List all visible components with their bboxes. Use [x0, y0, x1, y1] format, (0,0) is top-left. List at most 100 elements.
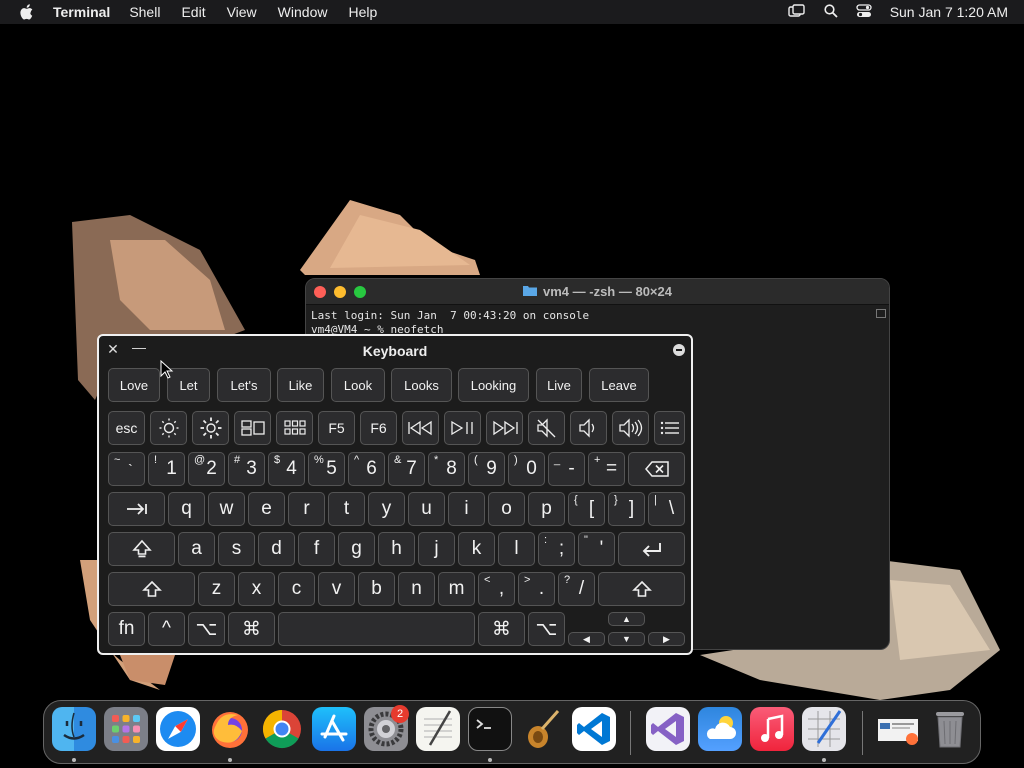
- key-shift-right[interactable]: [598, 572, 685, 606]
- key-volume-down[interactable]: [570, 411, 607, 445]
- key-u[interactable]: u: [408, 492, 445, 526]
- key-arrow-left[interactable]: ◀: [568, 632, 605, 646]
- key-j[interactable]: j: [418, 532, 455, 566]
- menu-clock[interactable]: Sun Jan 7 1:20 AM: [890, 4, 1008, 20]
- suggestion-looks[interactable]: Looks: [391, 368, 452, 402]
- menu-view[interactable]: View: [227, 4, 257, 20]
- key-k[interactable]: k: [458, 532, 495, 566]
- key-x[interactable]: x: [238, 572, 275, 606]
- key-b[interactable]: b: [358, 572, 395, 606]
- key-5[interactable]: % 5: [308, 452, 345, 486]
- key-command-left[interactable]: ⌘: [228, 612, 275, 646]
- suggestion-look[interactable]: Look: [331, 368, 385, 402]
- key-7[interactable]: & 7: [388, 452, 425, 486]
- key-4[interactable]: $4: [268, 452, 305, 486]
- visual-studio-icon[interactable]: [646, 707, 690, 751]
- firefox-icon[interactable]: [208, 707, 252, 751]
- key-z[interactable]: z: [198, 572, 235, 606]
- textedit-icon[interactable]: [416, 707, 460, 751]
- menu-window[interactable]: Window: [278, 4, 328, 20]
- suggestion-looking[interactable]: Looking: [458, 368, 529, 402]
- key-f[interactable]: f: [298, 532, 335, 566]
- chrome-icon[interactable]: [260, 707, 304, 751]
- key-brightness-down[interactable]: [150, 411, 187, 445]
- finder-icon[interactable]: [52, 707, 96, 751]
- key-caps-lock[interactable]: [108, 532, 175, 566]
- key-mission-control[interactable]: [234, 411, 271, 445]
- suggestion-live[interactable]: Live: [536, 368, 582, 402]
- suggestion-like[interactable]: Like: [277, 368, 324, 402]
- key-fast-forward[interactable]: [486, 411, 523, 445]
- key-esc[interactable]: esc: [108, 411, 145, 445]
- menu-shell[interactable]: Shell: [129, 4, 160, 20]
- key-option-left[interactable]: ⌥: [188, 612, 225, 646]
- key-i[interactable]: i: [448, 492, 485, 526]
- key-n[interactable]: n: [398, 572, 435, 606]
- key-arrow-up[interactable]: ▲: [608, 612, 645, 626]
- suggestion-leave[interactable]: Leave: [589, 368, 649, 402]
- key-quote[interactable]: " ': [578, 532, 615, 566]
- icloud-icon[interactable]: [698, 707, 742, 751]
- key-rewind[interactable]: [402, 411, 439, 445]
- menu-app-name[interactable]: Terminal: [53, 4, 110, 20]
- key-e[interactable]: e: [248, 492, 285, 526]
- launchpad-icon[interactable]: [104, 707, 148, 751]
- key-mute[interactable]: [528, 411, 565, 445]
- key-0[interactable]: ) 0: [508, 452, 545, 486]
- key-backtick[interactable]: ~ `: [108, 452, 145, 486]
- key-right-bracket[interactable]: }]: [608, 492, 645, 526]
- key-arrow-right[interactable]: ▶: [648, 632, 685, 646]
- key-t[interactable]: t: [328, 492, 365, 526]
- screen-mirroring-icon[interactable]: [787, 3, 806, 21]
- suggestion-love[interactable]: Love: [108, 368, 160, 402]
- key-3[interactable]: #3: [228, 452, 265, 486]
- key-equals[interactable]: + =: [588, 452, 625, 486]
- key-s[interactable]: s: [218, 532, 255, 566]
- key-brightness-up[interactable]: [192, 411, 229, 445]
- key-backslash[interactable]: | \: [648, 492, 685, 526]
- instruments-icon[interactable]: [520, 707, 564, 751]
- terminal-titlebar[interactable]: vm4 — -zsh — 80×24: [306, 279, 889, 305]
- app-store-icon[interactable]: [312, 707, 356, 751]
- script-editor-icon[interactable]: [802, 707, 846, 751]
- music-icon[interactable]: [750, 707, 794, 751]
- key-c[interactable]: c: [278, 572, 315, 606]
- menu-edit[interactable]: Edit: [181, 4, 205, 20]
- control-center-icon[interactable]: [856, 3, 872, 21]
- key-semicolon[interactable]: :;: [538, 532, 575, 566]
- key-shift-left[interactable]: [108, 572, 195, 606]
- key-o[interactable]: o: [488, 492, 525, 526]
- key-option-right[interactable]: ⌥: [528, 612, 565, 646]
- key-2[interactable]: @2: [188, 452, 225, 486]
- key-slash[interactable]: ? /: [558, 572, 595, 606]
- key-w[interactable]: w: [208, 492, 245, 526]
- key-y[interactable]: y: [368, 492, 405, 526]
- key-f5[interactable]: F5: [318, 411, 355, 445]
- options-icon[interactable]: [673, 344, 685, 356]
- key-v[interactable]: v: [318, 572, 355, 606]
- key-q[interactable]: q: [168, 492, 205, 526]
- scroll-indicator[interactable]: [876, 309, 886, 318]
- key-command-right[interactable]: ⌘: [478, 612, 525, 646]
- key-fn[interactable]: fn: [108, 612, 145, 646]
- key-g[interactable]: g: [338, 532, 375, 566]
- safari-icon[interactable]: [156, 707, 200, 751]
- key-comma[interactable]: <,: [478, 572, 515, 606]
- key-9[interactable]: (9: [468, 452, 505, 486]
- key-8[interactable]: * 8: [428, 452, 465, 486]
- key-f6[interactable]: F6: [360, 411, 397, 445]
- key-arrow-down[interactable]: ▼: [608, 632, 645, 646]
- key-control[interactable]: ^: [148, 612, 185, 646]
- key-6[interactable]: ^ 6: [348, 452, 385, 486]
- key-period[interactable]: >.: [518, 572, 555, 606]
- key-volume-up[interactable]: [612, 411, 649, 445]
- menu-help[interactable]: Help: [348, 4, 377, 20]
- spotlight-search-icon[interactable]: [824, 3, 838, 21]
- apple-menu-icon[interactable]: [17, 2, 37, 22]
- key-a[interactable]: a: [178, 532, 215, 566]
- vscode-icon[interactable]: [572, 707, 616, 751]
- key-space[interactable]: [278, 612, 475, 646]
- keyboard-viewer[interactable]: ✕ — Keyboard Love Let Let's Like Look Lo…: [97, 334, 693, 655]
- key-left-bracket[interactable]: {[: [568, 492, 605, 526]
- key-list[interactable]: [654, 411, 685, 445]
